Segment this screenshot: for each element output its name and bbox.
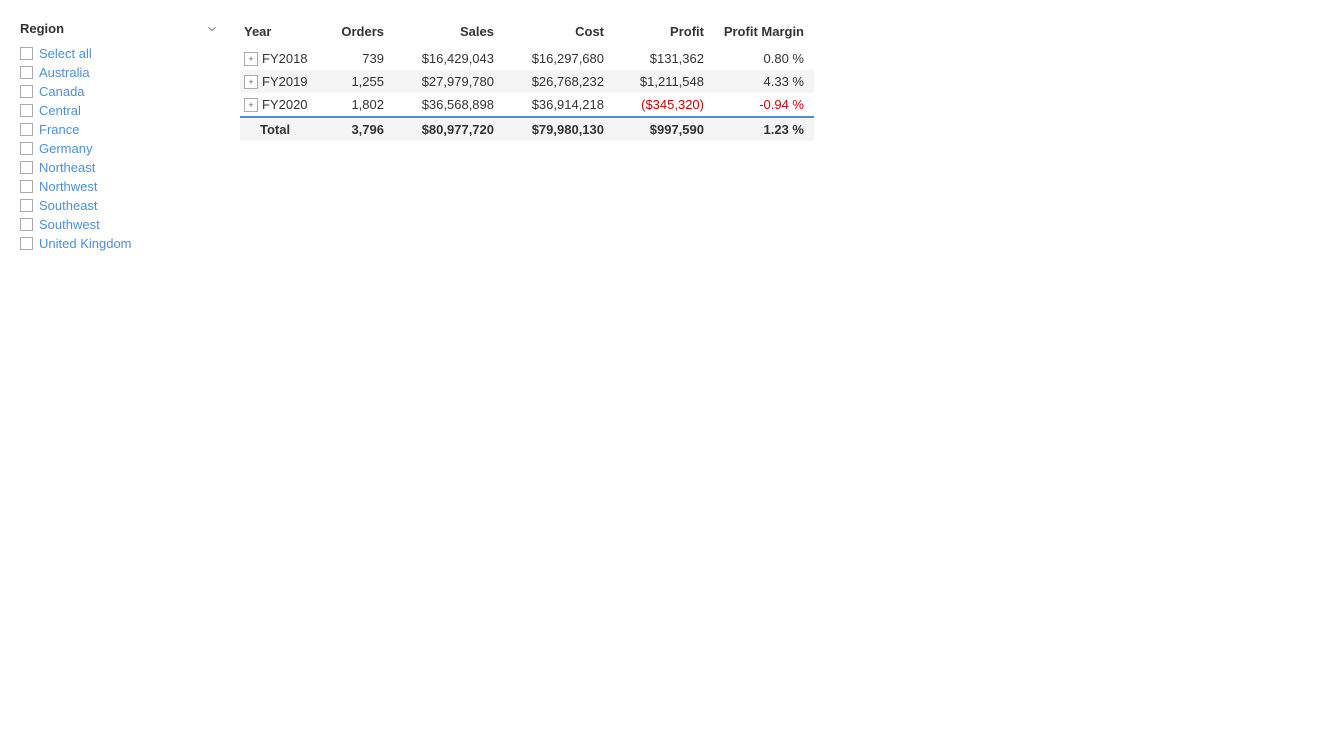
sidebar-item-label: Northeast xyxy=(39,160,95,175)
cell-sales: $27,979,780 xyxy=(394,70,504,93)
table-row: + FY2019 1,255$27,979,780$26,768,232$1,211… xyxy=(240,70,814,93)
sidebar-item-australia[interactable]: Australia xyxy=(20,63,220,82)
sidebar-item-france[interactable]: France xyxy=(20,120,220,139)
col-header-year[interactable]: Year xyxy=(240,20,334,47)
cell-cost: $26,768,232 xyxy=(504,70,614,93)
sidebar-item-southeast[interactable]: Southeast xyxy=(20,196,220,215)
total-cost: $79,980,130 xyxy=(504,117,614,141)
chevron-down-icon[interactable]: ⌵ xyxy=(204,20,220,36)
sidebar-item-label: Canada xyxy=(39,84,85,99)
cell-cost: $36,914,218 xyxy=(504,93,614,117)
cell-profit: ($345,320) xyxy=(614,93,714,117)
checkbox-australia[interactable] xyxy=(20,66,33,79)
cell-orders: 1,255 xyxy=(334,70,394,93)
total-orders: 3,796 xyxy=(334,117,394,141)
cell-cost: $16,297,680 xyxy=(504,47,614,70)
sidebar-item-northeast[interactable]: Northeast xyxy=(20,158,220,177)
sidebar-item-label: Germany xyxy=(39,141,92,156)
checkbox-select-all[interactable] xyxy=(20,47,33,60)
sidebar-item-southwest[interactable]: Southwest xyxy=(20,215,220,234)
sidebar-item-label: Central xyxy=(39,103,81,118)
sidebar-header: Region ⌵ xyxy=(20,20,220,36)
sidebar-item-label: Northwest xyxy=(39,179,98,194)
year-value: FY2018 xyxy=(262,51,308,66)
cell-sales: $36,568,898 xyxy=(394,93,504,117)
sidebar-item-united-kingdom[interactable]: United Kingdom xyxy=(20,234,220,253)
cell-year: + FY2018 xyxy=(240,47,334,70)
sidebar-item-germany[interactable]: Germany xyxy=(20,139,220,158)
main-content: Year Orders Sales Cost Profit Profit Mar… xyxy=(240,20,1317,253)
cell-margin: 4.33 % xyxy=(714,70,814,93)
checkbox-france[interactable] xyxy=(20,123,33,136)
table-row: + FY2020 1,802$36,568,898$36,914,218($345,… xyxy=(240,93,814,117)
expand-icon[interactable]: + xyxy=(244,75,258,89)
sidebar-item-label: France xyxy=(39,122,79,137)
col-header-sales[interactable]: Sales xyxy=(394,20,504,47)
checkbox-northeast[interactable] xyxy=(20,161,33,174)
table-row: + FY2018 739$16,429,043$16,297,680$131,362… xyxy=(240,47,814,70)
sidebar-item-label: Australia xyxy=(39,65,90,80)
total-margin: 1.23 % xyxy=(714,117,814,141)
cell-year: + FY2020 xyxy=(240,93,334,117)
cell-year: + FY2019 xyxy=(240,70,334,93)
year-value: FY2020 xyxy=(262,97,308,112)
col-header-orders[interactable]: Orders xyxy=(334,20,394,47)
cell-sales: $16,429,043 xyxy=(394,47,504,70)
total-label: Total xyxy=(240,117,334,141)
sidebar-item-label: Southeast xyxy=(39,198,98,213)
checkbox-united-kingdom[interactable] xyxy=(20,237,33,250)
checkbox-northwest[interactable] xyxy=(20,180,33,193)
checkbox-central[interactable] xyxy=(20,104,33,117)
total-row: Total3,796$80,977,720$79,980,130$997,590… xyxy=(240,117,814,141)
cell-profit: $131,362 xyxy=(614,47,714,70)
sidebar-item-central[interactable]: Central xyxy=(20,101,220,120)
total-profit: $997,590 xyxy=(614,117,714,141)
sidebar-item-label: Select all xyxy=(39,46,92,61)
sidebar-title: Region xyxy=(20,21,64,36)
sidebar-item-label: United Kingdom xyxy=(39,236,132,251)
cell-orders: 739 xyxy=(334,47,394,70)
col-header-profit[interactable]: Profit xyxy=(614,20,714,47)
cell-orders: 1,802 xyxy=(334,93,394,117)
col-header-margin[interactable]: Profit Margin xyxy=(714,20,814,47)
checkbox-canada[interactable] xyxy=(20,85,33,98)
sidebar-item-northwest[interactable]: Northwest xyxy=(20,177,220,196)
cell-profit: $1,211,548 xyxy=(614,70,714,93)
col-header-cost[interactable]: Cost xyxy=(504,20,614,47)
data-table: Year Orders Sales Cost Profit Profit Mar… xyxy=(240,20,814,141)
checkbox-germany[interactable] xyxy=(20,142,33,155)
total-sales: $80,977,720 xyxy=(394,117,504,141)
sidebar-item-label: Southwest xyxy=(39,217,100,232)
sidebar: Region ⌵ Select all Australia Canada Cen… xyxy=(20,20,220,253)
cell-margin: 0.80 % xyxy=(714,47,814,70)
checkbox-southeast[interactable] xyxy=(20,199,33,212)
sidebar-item-select-all[interactable]: Select all xyxy=(20,44,220,63)
checkbox-southwest[interactable] xyxy=(20,218,33,231)
year-value: FY2019 xyxy=(262,74,308,89)
cell-margin: -0.94 % xyxy=(714,93,814,117)
sidebar-item-canada[interactable]: Canada xyxy=(20,82,220,101)
expand-icon[interactable]: + xyxy=(244,52,258,66)
expand-icon[interactable]: + xyxy=(244,98,258,112)
